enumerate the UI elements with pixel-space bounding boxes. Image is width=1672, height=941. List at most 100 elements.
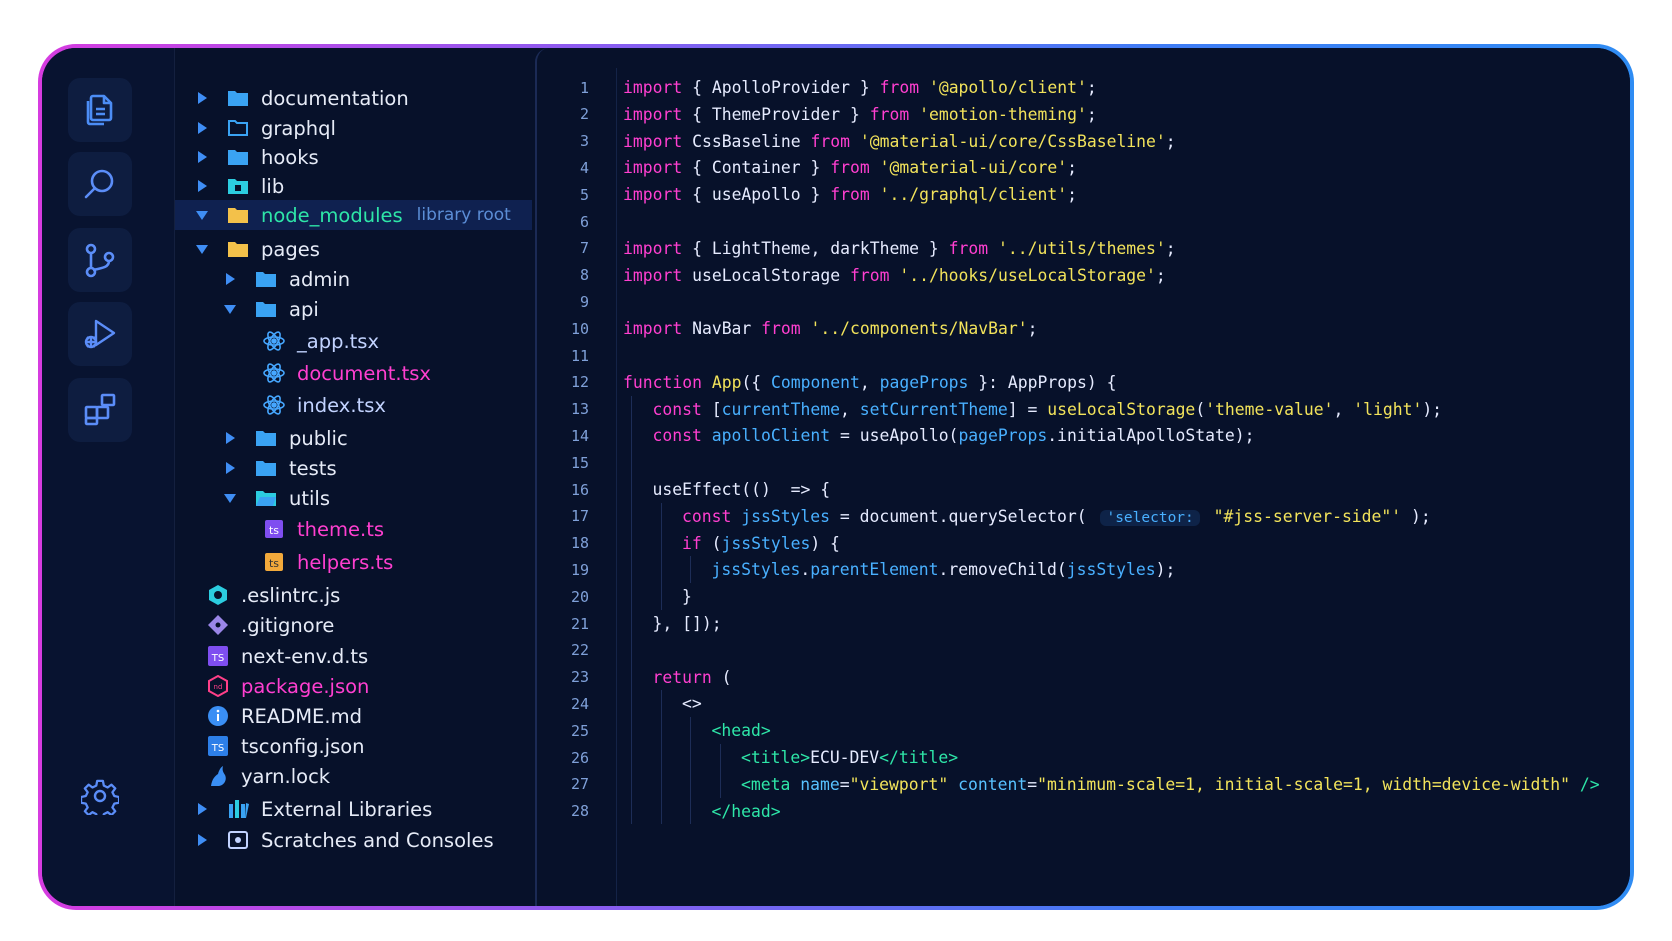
tree-item[interactable]: graphql — [175, 113, 532, 143]
chevron-down-icon[interactable] — [223, 302, 237, 316]
tree-item[interactable]: pages — [175, 234, 532, 264]
line-number: 23 — [570, 668, 589, 687]
code-line[interactable]: 10 import NavBar from '../components/NavB… — [537, 315, 1630, 342]
tree-item[interactable]: _app.tsx — [175, 326, 532, 356]
chevron-right-icon[interactable] — [195, 121, 209, 135]
tree-item[interactable]: .gitignore — [175, 610, 532, 640]
tree-item[interactable]: TS tsconfig.json — [175, 731, 532, 761]
code-line[interactable]: 5 import { useApollo } from '../graphql/c… — [537, 181, 1630, 208]
line-number: 11 — [570, 346, 589, 365]
tree-item[interactable]: yarn.lock — [175, 761, 532, 791]
tree-item[interactable]: TS next-env.d.ts — [175, 641, 532, 671]
code-token: from — [849, 265, 890, 285]
tree-item[interactable]: admin — [175, 264, 532, 294]
tree-item[interactable]: lib — [175, 171, 532, 201]
code-text: const [currentTheme, setCurrentTheme] = … — [653, 400, 1443, 419]
tree-item-label: document.tsx — [297, 361, 431, 385]
code-line[interactable]: 26 <title>ECU-DEV</title> — [537, 744, 1630, 771]
code-line[interactable]: 20} — [537, 583, 1630, 610]
chevron-right-icon[interactable] — [223, 431, 237, 445]
tree-item[interactable]: documentation — [175, 83, 532, 113]
code-token: jssStyles — [741, 506, 831, 526]
code-editor[interactable]: 1 import { ApolloProvider } from '@apollo… — [535, 48, 1630, 906]
code-line[interactable]: 12 function App({ Component, pageProps }:… — [537, 369, 1630, 396]
tree-item[interactable]: api — [175, 294, 532, 324]
code-token: "minimum-scale=1, initial-scale=1, width… — [1037, 774, 1570, 794]
chevron-down-icon[interactable] — [223, 491, 237, 505]
code-line[interactable]: 23 return ( — [537, 664, 1630, 691]
code-line[interactable]: 16 useEffect(() => { — [537, 476, 1630, 503]
indent-guide — [719, 770, 721, 798]
code-token: { — [682, 185, 712, 205]
code-line[interactable]: 15 — [537, 449, 1630, 476]
code-line[interactable]: 8 import useLocalStorage from '../hooks/u… — [537, 262, 1630, 289]
chevron-right-icon[interactable] — [195, 802, 209, 816]
line-number: 7 — [579, 239, 589, 258]
source-control-button[interactable] — [68, 228, 132, 292]
code-line[interactable]: 1 import { ApolloProvider } from '@apollo… — [537, 74, 1630, 101]
tree-item[interactable]: tests — [175, 453, 532, 483]
code-line[interactable]: 4 import { Container } from '@material-ui… — [537, 154, 1630, 181]
tree-item[interactable]: utils — [175, 483, 532, 513]
tree-item[interactable]: hooks — [175, 142, 532, 172]
code-line[interactable]: 28 </head> — [537, 798, 1630, 825]
code-line[interactable]: 17 const jssStyles = document.querySelect… — [537, 503, 1630, 530]
code-line[interactable]: 9 — [537, 288, 1630, 315]
code-line[interactable]: 6 — [537, 208, 1630, 235]
gear-icon — [81, 779, 119, 815]
tree-item[interactable]: ts helpers.ts — [175, 547, 532, 577]
tree-item-label: index.tsx — [297, 393, 386, 417]
tree-item[interactable]: .eslintrc.js — [175, 580, 532, 610]
tree-item[interactable]: README.md — [175, 701, 532, 731]
code-token: '../graphql/client' — [879, 185, 1068, 205]
extensions-button[interactable] — [68, 378, 132, 442]
code-token: import — [623, 78, 683, 97]
chevron-right-icon[interactable] — [223, 461, 237, 475]
search-button[interactable] — [68, 152, 132, 216]
indent-guide — [690, 744, 691, 771]
code-line[interactable]: 18 if (jssStyles) { — [537, 530, 1630, 557]
chevron-right-icon[interactable] — [195, 179, 209, 193]
code-line[interactable]: 21}, []); — [537, 610, 1630, 637]
code-token: ; — [1086, 78, 1097, 97]
code-line[interactable]: 3 import CssBaseline from '@material-ui/c… — [537, 128, 1630, 155]
chevron-down-icon[interactable] — [195, 208, 209, 222]
code-token: { LightTheme, darkTheme } — [682, 238, 949, 258]
code-line[interactable]: 13 const [currentTheme, setCurrentTheme] … — [537, 396, 1630, 423]
chevron-right-icon[interactable] — [223, 272, 237, 286]
tree-item[interactable]: nd package.json — [175, 671, 532, 701]
indent-guide — [631, 797, 632, 825]
code-token: = — [1027, 774, 1038, 794]
settings-button[interactable] — [68, 764, 132, 828]
indent-guide — [690, 556, 691, 584]
code-line[interactable]: 27 <meta name="viewport" content="minimum… — [537, 771, 1630, 798]
tree-item[interactable]: Scratches and Consoles — [175, 825, 532, 855]
code-line[interactable]: 14 const apolloClient = useApollo(pagePro… — [537, 422, 1630, 449]
line-number: 25 — [570, 721, 589, 740]
code-line[interactable]: 22 — [537, 637, 1630, 664]
tree-item[interactable]: document.tsx — [175, 358, 532, 388]
code-token: = — [839, 774, 850, 794]
tree-item[interactable]: node_modules library root — [175, 200, 532, 230]
line-number: 8 — [579, 266, 589, 285]
code-line[interactable]: 2 import { ThemeProvider } from 'emotion-… — [537, 101, 1630, 128]
indent-guide — [690, 770, 691, 798]
code-line[interactable]: 11 — [537, 342, 1630, 369]
tree-item[interactable]: ts theme.ts — [175, 514, 532, 544]
code-token: /> — [1579, 774, 1600, 794]
tree-item[interactable]: External Libraries — [175, 794, 532, 824]
chevron-right-icon[interactable] — [195, 150, 209, 164]
code-line[interactable]: 7 import { LightTheme, darkTheme } from '… — [537, 235, 1630, 262]
chevron-right-icon[interactable] — [195, 91, 209, 105]
chevron-right-icon[interactable] — [195, 833, 209, 847]
tree-item[interactable]: public — [175, 423, 532, 453]
code-token: function — [623, 372, 702, 392]
explorer-button[interactable] — [68, 78, 132, 142]
tree-item[interactable]: index.tsx — [175, 390, 532, 420]
chevron-down-icon[interactable] — [195, 242, 209, 256]
code-line[interactable]: 24 <> — [537, 690, 1630, 717]
code-line[interactable]: 25 <head> — [537, 717, 1630, 744]
code-line[interactable]: 19 jssStyles.parentElement.removeChild(js… — [537, 556, 1630, 583]
run-debug-button[interactable] — [68, 302, 132, 366]
